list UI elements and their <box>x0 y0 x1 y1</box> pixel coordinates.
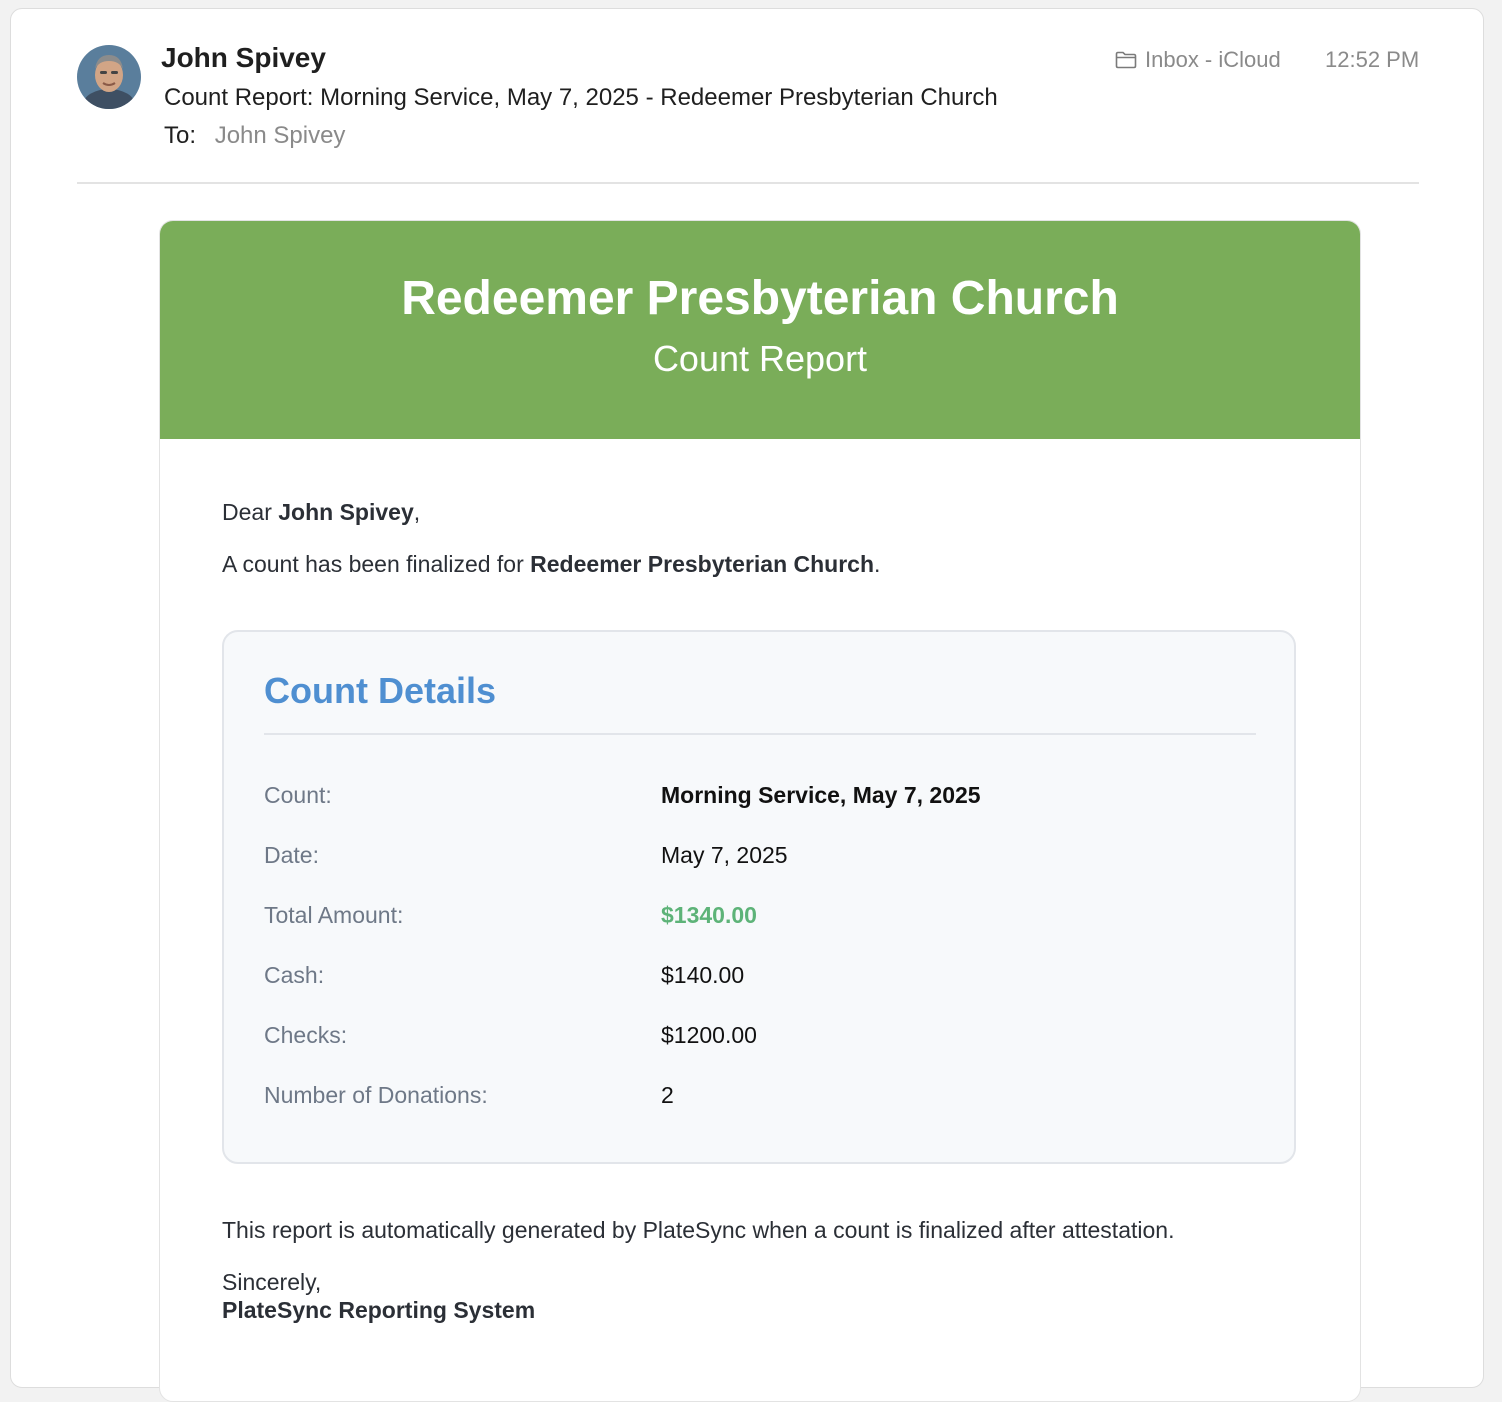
email-subject: Count Report: Morning Service, May 7, 20… <box>164 84 998 111</box>
detail-label: Checks: <box>264 1022 348 1048</box>
to-label: To: <box>164 122 197 149</box>
detail-value: May 7, 2025 <box>661 842 788 868</box>
intro-prefix: A count has been finalized for <box>222 551 531 577</box>
detail-value: $140.00 <box>661 962 745 988</box>
mailbox-label: Inbox - iCloud <box>1145 47 1281 72</box>
detail-value: Morning Service, May 7, 2025 <box>661 782 981 808</box>
greeting: Dear John Spivey, <box>222 499 420 526</box>
sign-off: Sincerely, <box>222 1269 322 1295</box>
recipient-row: To: John Spivey <box>164 122 345 150</box>
footer-note: This report is automatically generated b… <box>222 1217 1175 1243</box>
greeting-name: John Spivey <box>278 499 414 525</box>
greeting-suffix: , <box>413 499 421 525</box>
detail-label: Cash: <box>264 962 325 988</box>
details-title: Count Details <box>264 670 497 711</box>
sender-name[interactable]: John Spivey <box>161 42 326 74</box>
banner-subtitle: Count Report <box>652 338 868 379</box>
greeting-prefix: Dear <box>222 499 279 525</box>
mail-window: John Spivey Count Report: Morning Servic… <box>10 8 1484 1402</box>
detail-label: Date: <box>264 842 319 868</box>
detail-label: Number of Donations: <box>264 1082 488 1108</box>
intro-church: Redeemer Presbyterian Church <box>530 551 875 577</box>
total-amount-value: $1340.00 <box>661 902 757 928</box>
header-divider <box>77 182 1419 184</box>
intro-suffix: . <box>874 551 881 577</box>
detail-row-total: Total Amount: $1340.00 <box>264 902 1256 936</box>
detail-row-count: Count: Morning Service, May 7, 2025 <box>264 782 1256 816</box>
mailbox-indicator[interactable]: Inbox - iCloud <box>1115 47 1281 73</box>
banner-title: Redeemer Presbyterian Church <box>401 272 1119 325</box>
detail-row-cash: Cash: $140.00 <box>264 962 1256 996</box>
count-details-box: Count Details Count: Morning Service, Ma… <box>222 630 1296 1164</box>
detail-label: Count: <box>264 782 332 808</box>
folder-icon <box>1115 51 1137 69</box>
detail-row-date: Date: May 7, 2025 <box>264 842 1256 876</box>
report-banner: Redeemer Presbyterian Church Count Repor… <box>160 221 1360 439</box>
signature: PlateSync Reporting System <box>222 1297 536 1323</box>
detail-value: 2 <box>661 1082 674 1108</box>
recipient-name[interactable]: John Spivey <box>215 122 346 149</box>
detail-label: Total Amount: <box>264 902 404 928</box>
detail-row-checks: Checks: $1200.00 <box>264 1022 1256 1056</box>
intro-text: A count has been finalized for Redeemer … <box>222 551 880 578</box>
detail-row-donations: Number of Donations: 2 <box>264 1082 1256 1116</box>
received-time: 12:52 PM <box>1325 47 1420 72</box>
details-divider <box>264 733 1256 735</box>
email-body-card: Redeemer Presbyterian Church Count Repor… <box>159 220 1361 1402</box>
avatar[interactable] <box>77 45 141 109</box>
detail-value: $1200.00 <box>661 1022 757 1048</box>
